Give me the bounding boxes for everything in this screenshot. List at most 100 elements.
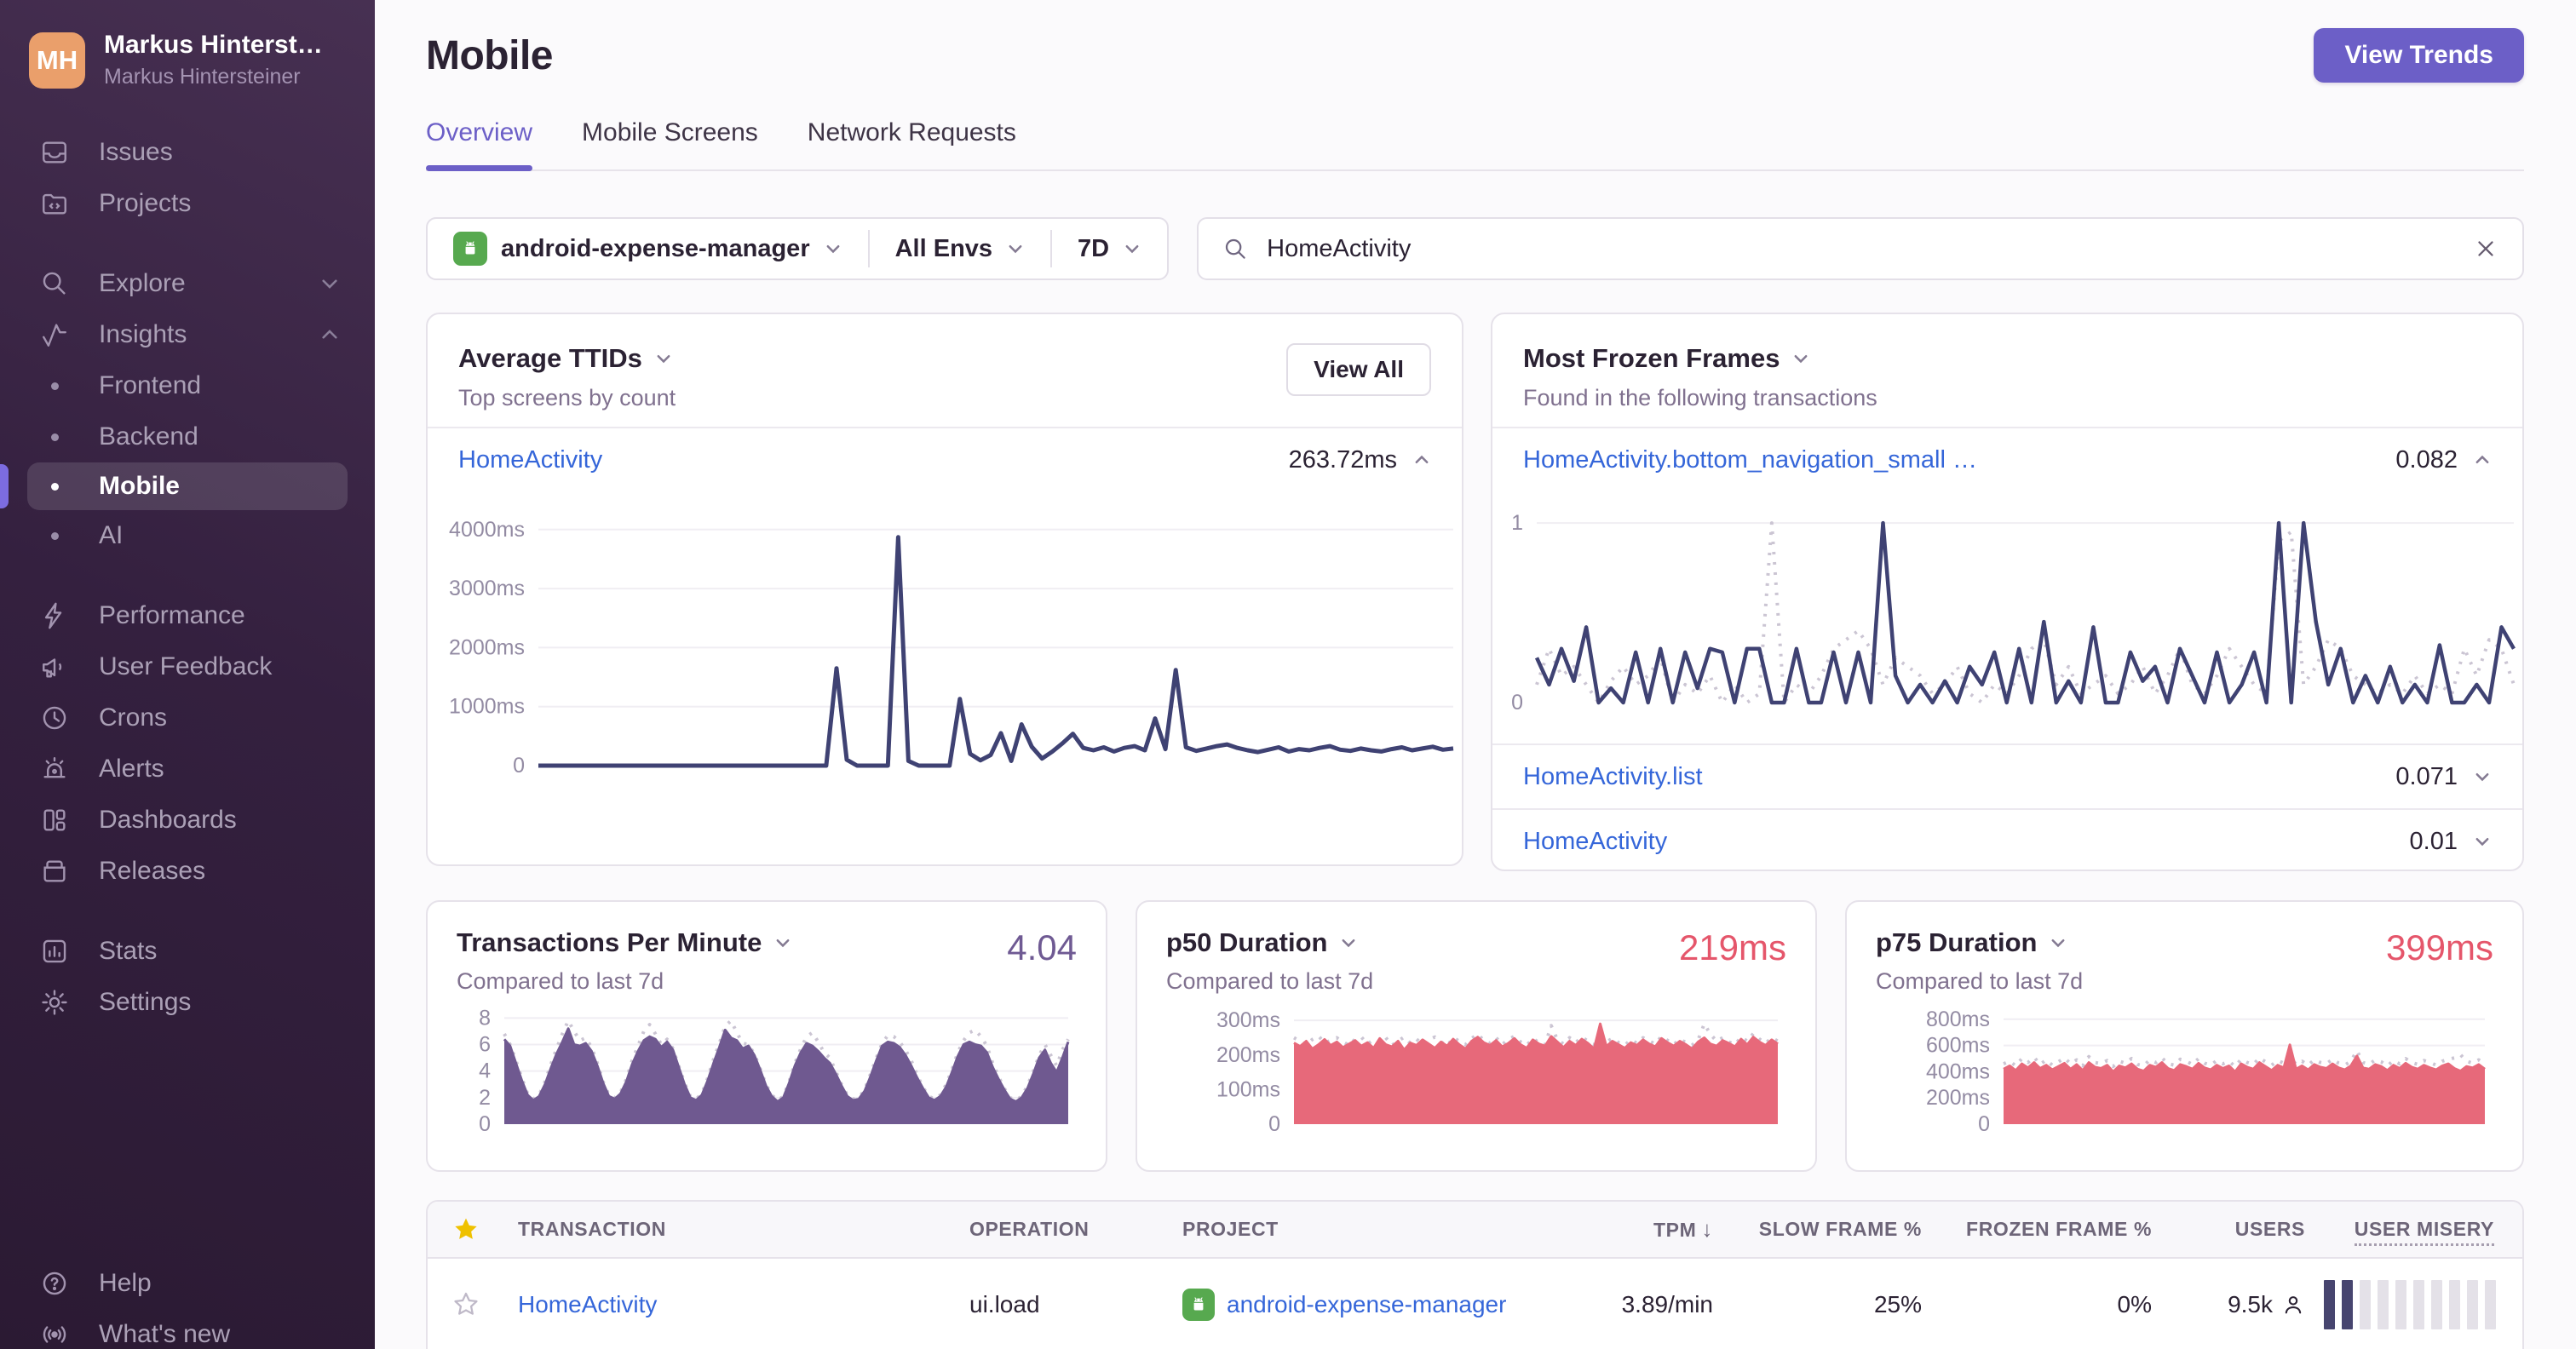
p50-duration-card: p50 Duration Compared to last 7d 219ms 3… bbox=[1136, 900, 1817, 1172]
clock-icon bbox=[37, 703, 72, 732]
user-misery-bars bbox=[2310, 1279, 2522, 1329]
svg-text:600ms: 600ms bbox=[1926, 1034, 1990, 1058]
svg-text:400ms: 400ms bbox=[1926, 1059, 1990, 1083]
col-frozen-frame[interactable]: FROZEN FRAME % bbox=[1927, 1218, 2157, 1241]
tab-overview[interactable]: Overview bbox=[426, 118, 533, 171]
project-link[interactable]: android-expense-manager bbox=[1227, 1291, 1506, 1318]
sidebar-item-whats-new[interactable]: What's new bbox=[0, 1309, 375, 1349]
sidebar-item-label: Stats bbox=[99, 937, 158, 965]
table-header: TRANSACTION OPERATION PROJECT TPM ↓ SLOW … bbox=[428, 1202, 2522, 1259]
chevron-down-icon bbox=[657, 355, 670, 364]
user-name: Markus Hintersteiner bbox=[104, 65, 301, 89]
col-tpm[interactable]: TPM ↓ bbox=[1578, 1216, 1718, 1243]
sidebar-item-mobile[interactable]: Mobile bbox=[0, 462, 348, 510]
p75-value: 399ms bbox=[2385, 927, 2493, 967]
chevron-up-icon bbox=[319, 324, 341, 346]
sidebar-item-label: AI bbox=[99, 521, 124, 549]
transaction-link[interactable]: HomeActivity bbox=[458, 446, 602, 474]
ttid-value: 263.72ms bbox=[1288, 445, 1397, 474]
ttid-row-homeactivity: HomeActivity 263.72ms bbox=[428, 428, 1462, 491]
page-title: Mobile bbox=[426, 33, 554, 78]
most-frozen-frames-card: Most Frozen Frames Found in the followin… bbox=[1491, 313, 2524, 871]
card-subtitle: Compared to last 7d bbox=[1876, 968, 2084, 994]
view-all-button[interactable]: View All bbox=[1286, 343, 1431, 396]
col-operation[interactable]: OPERATION bbox=[956, 1218, 1169, 1241]
sidebar-item-dashboards[interactable]: Dashboards bbox=[0, 795, 375, 846]
frozen-row-list: HomeActivity.list 0.071 bbox=[1492, 745, 2522, 808]
sidebar-item-crons[interactable]: Crons bbox=[0, 692, 375, 743]
sidebar-item-explore[interactable]: Explore bbox=[0, 258, 375, 309]
transaction-link[interactable]: HomeActivity bbox=[1523, 828, 1667, 856]
active-indicator bbox=[0, 464, 9, 508]
svg-text:1000ms: 1000ms bbox=[449, 695, 525, 719]
sidebar-item-alerts[interactable]: Alerts bbox=[0, 743, 375, 795]
card-subtitle: Compared to last 7d bbox=[457, 968, 664, 994]
sidebar-item-label: Alerts bbox=[99, 755, 164, 783]
expand-icon[interactable] bbox=[2473, 832, 2492, 851]
table-row[interactable]: HomeActivity ui.load android-expense-man… bbox=[428, 1259, 2522, 1349]
frozen-value: 0.01 bbox=[2409, 827, 2458, 855]
sidebar-item-help[interactable]: Help bbox=[0, 1258, 375, 1309]
collapse-icon[interactable] bbox=[2473, 451, 2492, 469]
sidebar-item-performance[interactable]: Performance bbox=[0, 590, 375, 641]
sidebar-item-insights[interactable]: Insights bbox=[0, 309, 375, 360]
clear-search-icon[interactable] bbox=[2473, 236, 2498, 261]
chevron-down-icon bbox=[319, 273, 341, 295]
date-range-selector[interactable]: 7D bbox=[1052, 219, 1167, 278]
users-cell: 9.5k bbox=[2157, 1291, 2310, 1318]
help-icon bbox=[37, 1269, 72, 1298]
frozen-value: 0.082 bbox=[2395, 445, 2458, 474]
col-slow-frame[interactable]: SLOW FRAME % bbox=[1718, 1218, 1927, 1241]
android-platform-icon bbox=[1182, 1288, 1215, 1321]
sidebar-item-frontend[interactable]: Frontend bbox=[0, 360, 375, 411]
collapse-icon[interactable] bbox=[1412, 451, 1431, 469]
sidebar-item-label: Frontend bbox=[99, 371, 202, 399]
sidebar-item-projects[interactable]: Projects bbox=[0, 178, 375, 229]
operation-cell: ui.load bbox=[969, 1290, 1040, 1317]
avatar: MH bbox=[29, 32, 85, 89]
dashboards-icon bbox=[37, 806, 72, 835]
card-subtitle: Found in the following transactions bbox=[1523, 385, 1877, 410]
svg-text:8: 8 bbox=[479, 1006, 491, 1030]
p75-title[interactable]: p75 Duration bbox=[1876, 927, 2037, 958]
environment-selector[interactable]: All Envs bbox=[870, 219, 1050, 278]
expand-icon[interactable] bbox=[2473, 767, 2492, 786]
bullet-icon bbox=[37, 433, 72, 441]
transaction-link[interactable]: HomeActivity bbox=[518, 1291, 657, 1317]
most-frozen-frames-title[interactable]: Most Frozen Frames bbox=[1523, 343, 1780, 374]
svg-text:6: 6 bbox=[479, 1033, 491, 1057]
sidebar-item-user-feedback[interactable]: User Feedback bbox=[0, 641, 375, 692]
col-user-misery[interactable]: USER MISERY bbox=[2310, 1218, 2522, 1246]
average-ttids-title[interactable]: Average TTIDs bbox=[458, 343, 642, 374]
star-header-icon[interactable] bbox=[452, 1216, 480, 1243]
transaction-link[interactable]: HomeActivity.bottom_navigation_small … bbox=[1523, 446, 1977, 474]
tab-network-requests[interactable]: Network Requests bbox=[808, 118, 1016, 169]
search-input[interactable]: HomeActivity bbox=[1197, 217, 2524, 280]
sidebar-item-label: Issues bbox=[99, 138, 173, 166]
sidebar-item-stats[interactable]: Stats bbox=[0, 926, 375, 977]
col-transaction[interactable]: TRANSACTION bbox=[504, 1218, 956, 1241]
view-trends-button[interactable]: View Trends bbox=[2314, 28, 2524, 83]
sidebar-item-settings[interactable]: Settings bbox=[0, 977, 375, 1028]
p50-title[interactable]: p50 Duration bbox=[1166, 927, 1327, 958]
sidebar-item-ai[interactable]: AI bbox=[0, 510, 375, 561]
col-project[interactable]: PROJECT bbox=[1169, 1218, 1578, 1241]
tpm-title[interactable]: Transactions Per Minute bbox=[457, 927, 762, 958]
filter-bar: android-expense-manager All Envs 7D Home… bbox=[426, 217, 2524, 280]
sidebar-item-issues[interactable]: Issues bbox=[0, 127, 375, 178]
project-selector[interactable]: android-expense-manager bbox=[428, 219, 868, 278]
sidebar-item-releases[interactable]: Releases bbox=[0, 846, 375, 897]
tpm-cell: 3.89/min bbox=[1621, 1290, 1713, 1317]
tpm-value: 4.04 bbox=[1007, 927, 1077, 967]
sidebar-item-backend[interactable]: Backend bbox=[0, 411, 375, 462]
org-switcher[interactable]: MH Markus Hinterst… Markus Hintersteiner bbox=[0, 0, 375, 115]
col-users[interactable]: USERS bbox=[2157, 1218, 2310, 1241]
sidebar-item-label: Performance bbox=[99, 601, 245, 629]
main-content: Mobile View Trends Overview Mobile Scree… bbox=[375, 0, 2576, 1349]
org-name: Markus Hinterst… bbox=[104, 31, 323, 59]
frozen-value: 0.071 bbox=[2395, 762, 2458, 790]
tab-mobile-screens[interactable]: Mobile Screens bbox=[582, 118, 758, 169]
svg-text:0: 0 bbox=[1978, 1112, 1990, 1136]
star-icon[interactable] bbox=[451, 1290, 480, 1319]
transaction-link[interactable]: HomeActivity.list bbox=[1523, 763, 1703, 791]
